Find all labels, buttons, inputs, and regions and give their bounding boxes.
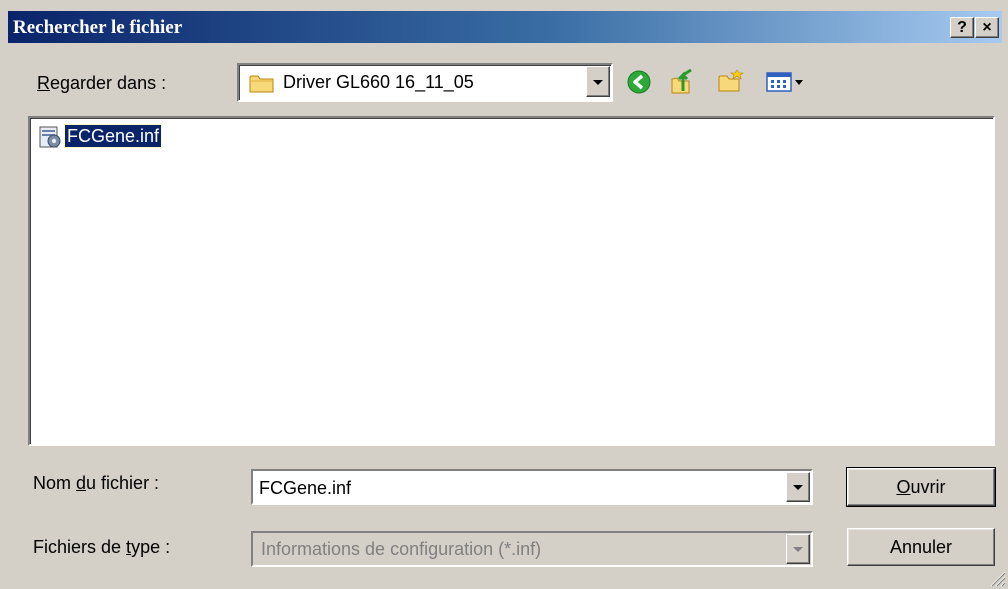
- filename-input[interactable]: [259, 475, 787, 501]
- filetype-label: Fichiers de type :: [33, 537, 171, 557]
- window-title: Rechercher le fichier: [13, 17, 183, 38]
- back-icon[interactable]: [626, 69, 652, 95]
- chevron-down-icon: [793, 547, 803, 552]
- new-folder-icon[interactable]: [717, 68, 744, 94]
- file-name: FCGene.inf: [63, 124, 163, 148]
- filename-field[interactable]: [251, 469, 813, 505]
- inf-file-icon: [37, 124, 63, 155]
- chevron-down-icon: [793, 485, 803, 490]
- filetype-select[interactable]: Informations de configuration (*.inf): [251, 531, 813, 567]
- resize-grip-icon[interactable]: [988, 569, 1006, 587]
- filetype-dropdown-button[interactable]: [786, 534, 810, 564]
- close-button[interactable]: ×: [975, 17, 999, 38]
- view-menu-icon[interactable]: [766, 69, 810, 95]
- help-button[interactable]: ?: [950, 17, 974, 38]
- filename-label: Nom du fichier :: [33, 473, 160, 493]
- cancel-button[interactable]: Annuler: [847, 528, 995, 566]
- filename-dropdown-button[interactable]: [786, 472, 810, 502]
- chevron-down-icon: [593, 79, 603, 85]
- filetype-value: Informations de configuration (*.inf): [261, 539, 542, 559]
- lookin-dropdown-button[interactable]: [586, 66, 610, 97]
- open-file-dialog: Rechercher le fichier ? × Regarder dans …: [0, 0, 1008, 589]
- title-bar[interactable]: Rechercher le fichier ? ×: [8, 11, 1002, 43]
- folder-icon: [249, 72, 275, 99]
- lookin-label: Regarder dans :: [37, 73, 167, 93]
- open-button[interactable]: Ouvrir: [846, 467, 996, 507]
- lookin-value: Driver GL660 16_11_05: [283, 72, 474, 92]
- lookin-combo[interactable]: Driver GL660 16_11_05: [237, 63, 613, 102]
- file-list[interactable]: FCGene.inf: [28, 116, 995, 446]
- up-folder-icon[interactable]: [669, 67, 695, 94]
